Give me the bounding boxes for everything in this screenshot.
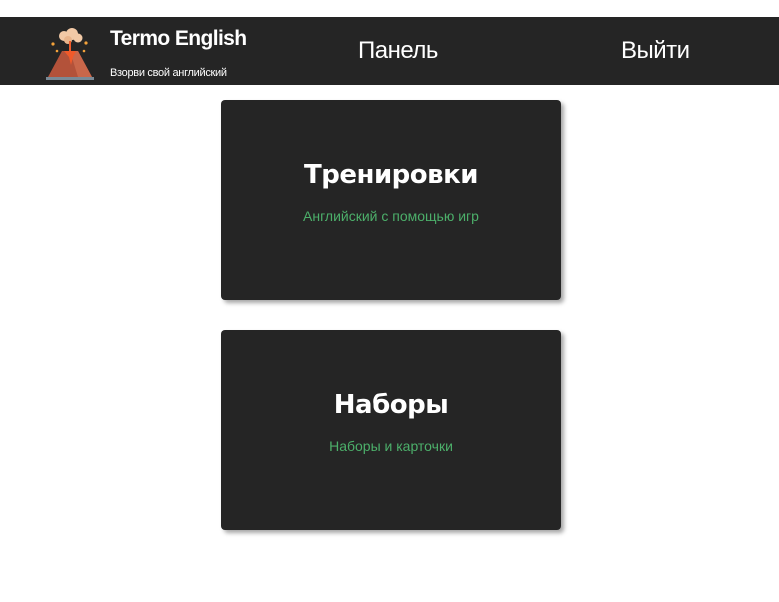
card-title: Тренировки [304, 160, 478, 190]
card-subtitle: Английский с помощью игр [303, 208, 479, 224]
card-sets[interactable]: Наборы Наборы и карточки [221, 330, 561, 530]
nav-logout-link[interactable]: Выйти [621, 37, 690, 65]
card-title: Наборы [333, 390, 449, 420]
card-subtitle: Наборы и карточки [329, 438, 453, 454]
card-trainings[interactable]: Тренировки Английский с помощью игр [221, 100, 561, 300]
volcano-icon[interactable] [42, 27, 98, 83]
brand-title: Termo English [110, 27, 247, 50]
brand-tagline: Взорви свой английский [110, 67, 227, 79]
nav-panel-link[interactable]: Панель [358, 37, 438, 65]
top-navbar: Termo English Взорви свой английский Пан… [0, 17, 779, 85]
